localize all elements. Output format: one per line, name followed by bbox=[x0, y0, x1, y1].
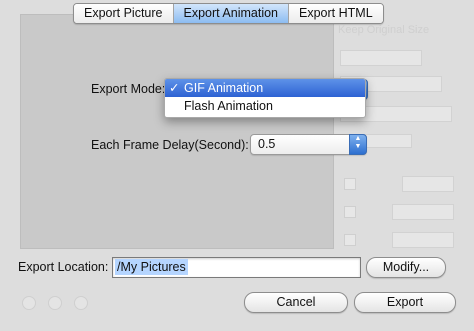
background-ghost-field bbox=[392, 232, 454, 248]
cancel-button[interactable]: Cancel bbox=[244, 292, 348, 313]
menu-item-flash-animation[interactable]: Flash Animation bbox=[165, 97, 365, 115]
export-location-input[interactable]: /My Pictures bbox=[112, 257, 361, 278]
export-mode-menu: ✓ GIF Animation Flash Animation bbox=[164, 78, 366, 118]
frame-delay-label: Each Frame Delay(Second): bbox=[91, 138, 249, 152]
background-ghost-button bbox=[74, 296, 88, 310]
menu-item-label: GIF Animation bbox=[184, 81, 264, 95]
select-arrows-icon: ▲▼ bbox=[349, 134, 367, 155]
background-options-panel: Keep Original Size bbox=[332, 14, 474, 331]
frame-delay-value: 0.5 bbox=[258, 137, 276, 151]
export-location-value: /My Pictures bbox=[115, 259, 188, 275]
tab-export-animation[interactable]: Export Animation bbox=[173, 4, 290, 23]
menu-item-gif-animation[interactable]: ✓ GIF Animation bbox=[165, 79, 365, 97]
modify-button[interactable]: Modify... bbox=[366, 257, 446, 278]
export-location-label: Export Location: bbox=[18, 260, 109, 274]
background-ghost-field bbox=[340, 50, 422, 66]
checkmark-icon: ✓ bbox=[169, 81, 180, 95]
tab-export-html[interactable]: Export HTML bbox=[289, 4, 383, 23]
background-ghost-option: Keep Original Size bbox=[338, 24, 430, 36]
export-button[interactable]: Export bbox=[354, 292, 456, 313]
background-ghost-checkbox bbox=[344, 178, 356, 190]
background-window: Keep Original Size bbox=[0, 0, 474, 331]
background-ghost-checkbox bbox=[344, 234, 356, 246]
tab-export-picture[interactable]: Export Picture bbox=[74, 4, 174, 23]
background-canvas-area bbox=[20, 14, 334, 249]
background-ghost-field bbox=[402, 176, 454, 192]
export-mode-label: Export Mode: bbox=[91, 82, 166, 96]
menu-item-label: Flash Animation bbox=[184, 99, 273, 113]
background-ghost-button bbox=[22, 296, 36, 310]
background-ghost-button bbox=[48, 296, 62, 310]
export-tabs: Export Picture Export Animation Export H… bbox=[73, 3, 384, 24]
background-ghost-field bbox=[392, 204, 454, 220]
background-ghost-checkbox bbox=[344, 206, 356, 218]
frame-delay-select[interactable]: 0.5 ▲ ▼ bbox=[250, 134, 367, 155]
